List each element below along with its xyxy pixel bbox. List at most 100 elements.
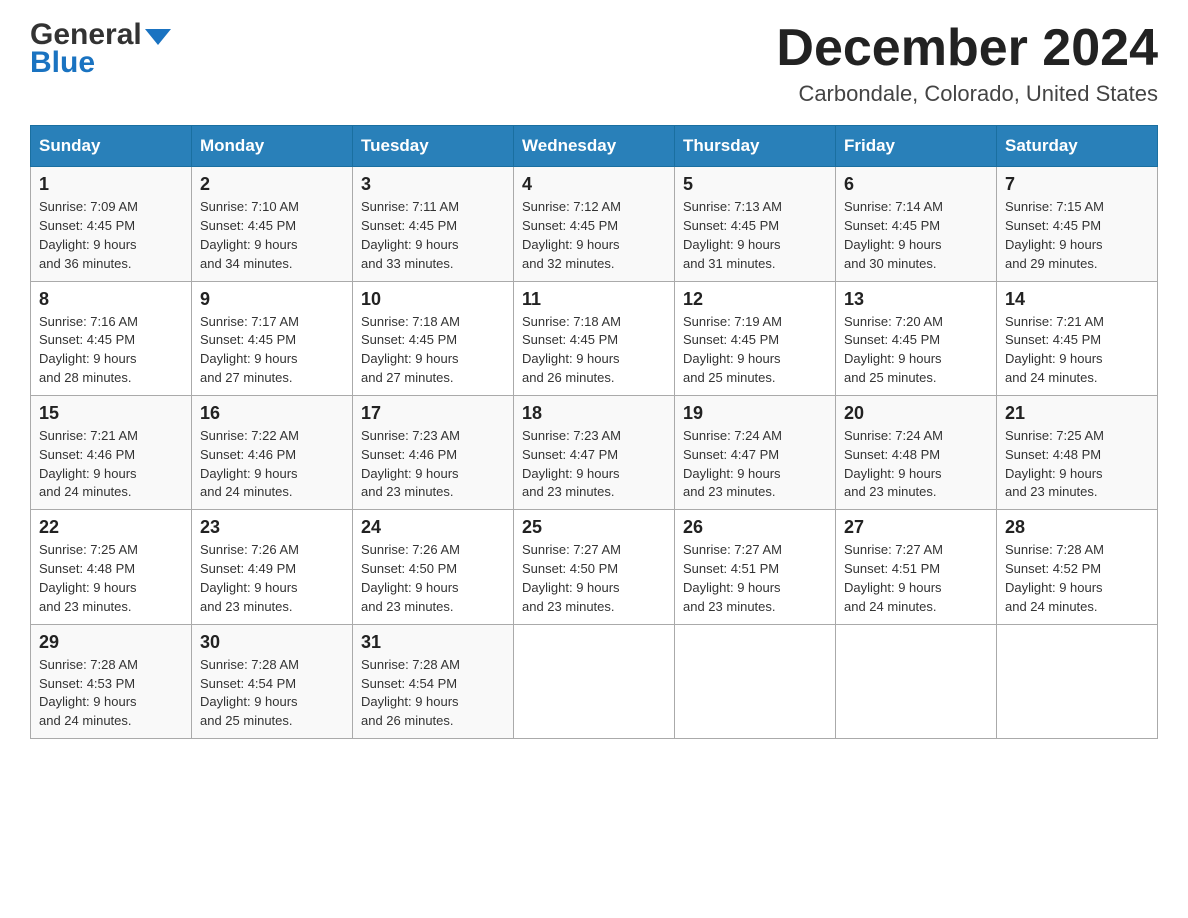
day-number: 22	[39, 517, 183, 538]
logo-arrow-icon	[145, 29, 171, 45]
calendar-cell: 16 Sunrise: 7:22 AMSunset: 4:46 PMDayligh…	[192, 395, 353, 509]
day-info: Sunrise: 7:24 AMSunset: 4:48 PMDaylight:…	[844, 427, 988, 502]
col-header-friday: Friday	[836, 126, 997, 167]
calendar-cell: 20Sunrise: 7:24 AMSunset: 4:48 PMDayligh…	[836, 395, 997, 509]
calendar-cell: 18 Sunrise: 7:23 AMSunset: 4:47 PMDayligh…	[514, 395, 675, 509]
calendar-cell	[675, 624, 836, 738]
day-number: 19	[683, 403, 827, 424]
day-number: 25	[522, 517, 666, 538]
calendar-cell: 14Sunrise: 7:21 AMSunset: 4:45 PMDayligh…	[997, 281, 1158, 395]
day-info: Sunrise: 7:17 AMSunset: 4:45 PMDaylight:…	[200, 313, 344, 388]
day-number: 6	[844, 174, 988, 195]
day-number: 9	[200, 289, 344, 310]
calendar-cell: 4Sunrise: 7:12 AMSunset: 4:45 PMDaylight…	[514, 167, 675, 281]
day-info: Sunrise: 7:12 AMSunset: 4:45 PMDaylight:…	[522, 198, 666, 273]
calendar-cell	[997, 624, 1158, 738]
calendar-cell: 9 Sunrise: 7:17 AMSunset: 4:45 PMDaylight…	[192, 281, 353, 395]
day-info: Sunrise: 7:09 AMSunset: 4:45 PMDaylight:…	[39, 198, 183, 273]
col-header-sunday: Sunday	[31, 126, 192, 167]
day-number: 27	[844, 517, 988, 538]
col-header-wednesday: Wednesday	[514, 126, 675, 167]
calendar-cell: 29 Sunrise: 7:28 AMSunset: 4:53 PMDayligh…	[31, 624, 192, 738]
calendar-cell	[836, 624, 997, 738]
day-number: 3	[361, 174, 505, 195]
day-info: Sunrise: 7:28 AMSunset: 4:52 PMDaylight:…	[1005, 541, 1149, 616]
calendar-cell: 11Sunrise: 7:18 AMSunset: 4:45 PMDayligh…	[514, 281, 675, 395]
calendar-week-row: 29 Sunrise: 7:28 AMSunset: 4:53 PMDayligh…	[31, 624, 1158, 738]
calendar-cell: 1 Sunrise: 7:09 AMSunset: 4:45 PMDaylight…	[31, 167, 192, 281]
day-number: 23	[200, 517, 344, 538]
day-number: 26	[683, 517, 827, 538]
day-info: Sunrise: 7:28 AMSunset: 4:54 PMDaylight:…	[361, 656, 505, 731]
calendar-cell: 22 Sunrise: 7:25 AMSunset: 4:48 PMDayligh…	[31, 510, 192, 624]
day-info: Sunrise: 7:15 AMSunset: 4:45 PMDaylight:…	[1005, 198, 1149, 273]
day-number: 13	[844, 289, 988, 310]
day-number: 15	[39, 403, 183, 424]
day-number: 12	[683, 289, 827, 310]
calendar-cell: 17 Sunrise: 7:23 AMSunset: 4:46 PMDayligh…	[353, 395, 514, 509]
day-info: Sunrise: 7:28 AMSunset: 4:53 PMDaylight:…	[39, 656, 183, 731]
calendar-cell: 6 Sunrise: 7:14 AMSunset: 4:45 PMDaylight…	[836, 167, 997, 281]
day-info: Sunrise: 7:23 AMSunset: 4:46 PMDaylight:…	[361, 427, 505, 502]
calendar-week-row: 15 Sunrise: 7:21 AMSunset: 4:46 PMDayligh…	[31, 395, 1158, 509]
calendar-week-row: 1 Sunrise: 7:09 AMSunset: 4:45 PMDaylight…	[31, 167, 1158, 281]
calendar-header-row: SundayMondayTuesdayWednesdayThursdayFrid…	[31, 126, 1158, 167]
day-number: 1	[39, 174, 183, 195]
day-number: 21	[1005, 403, 1149, 424]
day-info: Sunrise: 7:16 AMSunset: 4:45 PMDaylight:…	[39, 313, 183, 388]
day-info: Sunrise: 7:23 AMSunset: 4:47 PMDaylight:…	[522, 427, 666, 502]
day-number: 7	[1005, 174, 1149, 195]
day-info: Sunrise: 7:24 AMSunset: 4:47 PMDaylight:…	[683, 427, 827, 502]
day-info: Sunrise: 7:22 AMSunset: 4:46 PMDaylight:…	[200, 427, 344, 502]
day-info: Sunrise: 7:18 AMSunset: 4:45 PMDaylight:…	[361, 313, 505, 388]
col-header-tuesday: Tuesday	[353, 126, 514, 167]
day-number: 2	[200, 174, 344, 195]
day-number: 11	[522, 289, 666, 310]
day-number: 8	[39, 289, 183, 310]
day-number: 16	[200, 403, 344, 424]
day-info: Sunrise: 7:21 AMSunset: 4:46 PMDaylight:…	[39, 427, 183, 502]
day-info: Sunrise: 7:25 AMSunset: 4:48 PMDaylight:…	[39, 541, 183, 616]
month-title: December 2024	[776, 20, 1158, 77]
day-info: Sunrise: 7:14 AMSunset: 4:45 PMDaylight:…	[844, 198, 988, 273]
day-number: 18	[522, 403, 666, 424]
day-info: Sunrise: 7:19 AMSunset: 4:45 PMDaylight:…	[683, 313, 827, 388]
day-info: Sunrise: 7:26 AMSunset: 4:50 PMDaylight:…	[361, 541, 505, 616]
calendar-cell: 23 Sunrise: 7:26 AMSunset: 4:49 PMDayligh…	[192, 510, 353, 624]
calendar-cell: 13 Sunrise: 7:20 AMSunset: 4:45 PMDayligh…	[836, 281, 997, 395]
calendar-cell: 21 Sunrise: 7:25 AMSunset: 4:48 PMDayligh…	[997, 395, 1158, 509]
calendar-table: SundayMondayTuesdayWednesdayThursdayFrid…	[30, 125, 1158, 739]
day-number: 29	[39, 632, 183, 653]
calendar-cell: 30Sunrise: 7:28 AMSunset: 4:54 PMDayligh…	[192, 624, 353, 738]
calendar-cell: 25 Sunrise: 7:27 AMSunset: 4:50 PMDayligh…	[514, 510, 675, 624]
calendar-cell: 5Sunrise: 7:13 AMSunset: 4:45 PMDaylight…	[675, 167, 836, 281]
day-info: Sunrise: 7:21 AMSunset: 4:45 PMDaylight:…	[1005, 313, 1149, 388]
location-title: Carbondale, Colorado, United States	[776, 81, 1158, 107]
day-number: 28	[1005, 517, 1149, 538]
day-number: 17	[361, 403, 505, 424]
calendar-cell: 28 Sunrise: 7:28 AMSunset: 4:52 PMDayligh…	[997, 510, 1158, 624]
day-number: 24	[361, 517, 505, 538]
calendar-cell: 15 Sunrise: 7:21 AMSunset: 4:46 PMDayligh…	[31, 395, 192, 509]
calendar-cell: 31Sunrise: 7:28 AMSunset: 4:54 PMDayligh…	[353, 624, 514, 738]
calendar-week-row: 22 Sunrise: 7:25 AMSunset: 4:48 PMDayligh…	[31, 510, 1158, 624]
calendar-cell: 26 Sunrise: 7:27 AMSunset: 4:51 PMDayligh…	[675, 510, 836, 624]
day-info: Sunrise: 7:25 AMSunset: 4:48 PMDaylight:…	[1005, 427, 1149, 502]
calendar-cell: 7 Sunrise: 7:15 AMSunset: 4:45 PMDaylight…	[997, 167, 1158, 281]
calendar-cell: 24 Sunrise: 7:26 AMSunset: 4:50 PMDayligh…	[353, 510, 514, 624]
calendar-cell: 10Sunrise: 7:18 AMSunset: 4:45 PMDayligh…	[353, 281, 514, 395]
title-block: December 2024 Carbondale, Colorado, Unit…	[776, 20, 1158, 107]
logo: General Blue	[30, 20, 171, 78]
calendar-cell: 12 Sunrise: 7:19 AMSunset: 4:45 PMDayligh…	[675, 281, 836, 395]
calendar-cell	[514, 624, 675, 738]
day-info: Sunrise: 7:27 AMSunset: 4:51 PMDaylight:…	[683, 541, 827, 616]
day-info: Sunrise: 7:20 AMSunset: 4:45 PMDaylight:…	[844, 313, 988, 388]
calendar-cell: 27Sunrise: 7:27 AMSunset: 4:51 PMDayligh…	[836, 510, 997, 624]
day-info: Sunrise: 7:13 AMSunset: 4:45 PMDaylight:…	[683, 198, 827, 273]
col-header-thursday: Thursday	[675, 126, 836, 167]
day-info: Sunrise: 7:26 AMSunset: 4:49 PMDaylight:…	[200, 541, 344, 616]
day-info: Sunrise: 7:27 AMSunset: 4:50 PMDaylight:…	[522, 541, 666, 616]
calendar-cell: 19 Sunrise: 7:24 AMSunset: 4:47 PMDayligh…	[675, 395, 836, 509]
logo-blue-text: Blue	[30, 48, 171, 78]
col-header-monday: Monday	[192, 126, 353, 167]
